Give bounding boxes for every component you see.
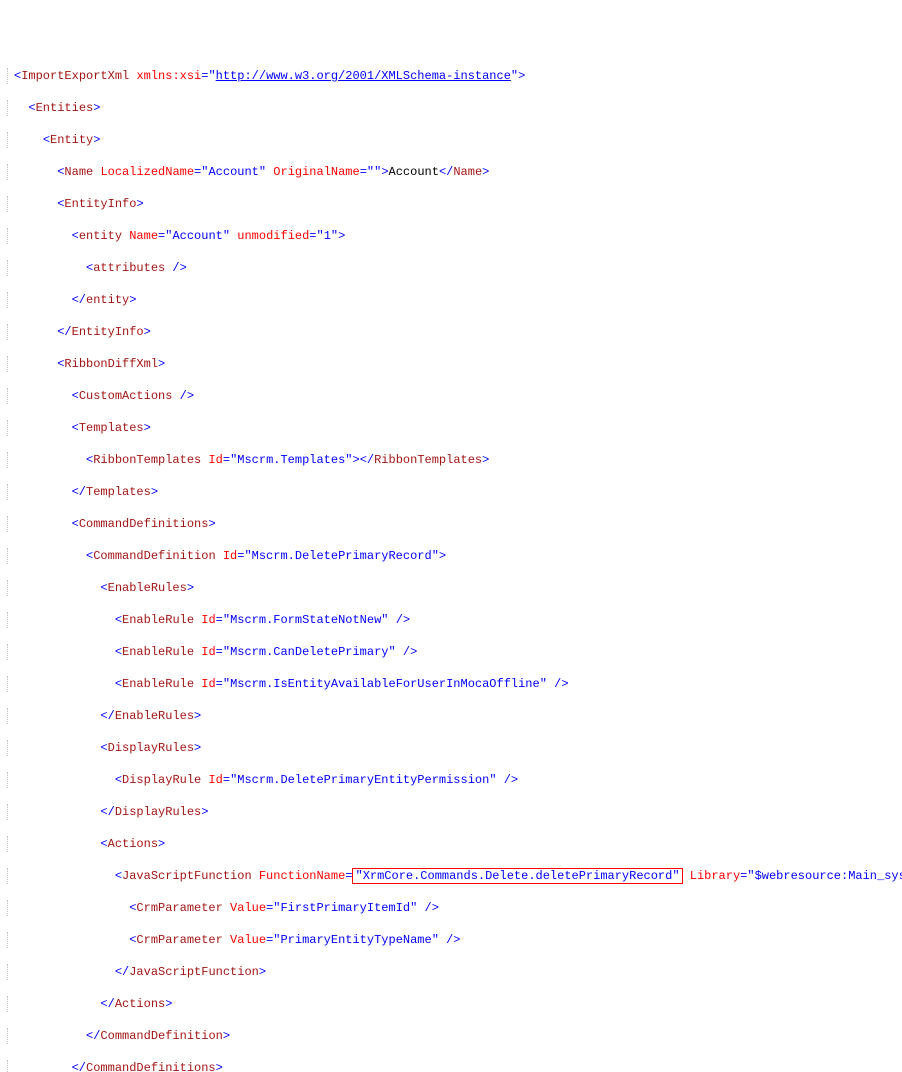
tag-Actions: Actions (108, 837, 158, 851)
xml-line: </CommandDefinition> (4, 1028, 902, 1044)
xml-line: <EnableRules> (4, 580, 902, 596)
xml-line: <CommandDefinitions> (4, 516, 902, 532)
tag-CustomActions: CustomActions (79, 389, 173, 403)
tag-attributes: attributes (93, 261, 165, 275)
val-localized: Account (208, 165, 258, 179)
xml-line: <DisplayRule Id="Mscrm.DeletePrimaryEnti… (4, 772, 902, 788)
xml-line: <entity Name="Account" unmodified="1"> (4, 228, 902, 244)
tag-DisplayRules: DisplayRules (108, 741, 194, 755)
xml-line: <ImportExportXml xmlns:xsi="http://www.w… (4, 68, 902, 84)
xml-line: <Actions> (4, 836, 902, 852)
xml-line: <Entity> (4, 132, 902, 148)
name-text: Account (389, 165, 439, 179)
tag-Entities: Entities (36, 101, 94, 115)
xml-line: </EntityInfo> (4, 324, 902, 340)
xml-line: <RibbonDiffXml> (4, 356, 902, 372)
xml-line: <Entities> (4, 100, 902, 116)
xml-line: <CustomActions /> (4, 388, 902, 404)
tag-RibbonDiffXml: RibbonDiffXml (64, 357, 158, 371)
xml-line: <CrmParameter Value="FirstPrimaryItemId"… (4, 900, 902, 916)
xml-line: <CrmParameter Value="PrimaryEntityTypeNa… (4, 932, 902, 948)
tag-CommandDefinitions: CommandDefinitions (79, 517, 209, 531)
xml-line: <EnableRule Id="Mscrm.FormStateNotNew" /… (4, 612, 902, 628)
xml-line: <RibbonTemplates Id="Mscrm.Templates"></… (4, 452, 902, 468)
tag-EnableRules: EnableRules (108, 581, 187, 595)
xml-line: <EntityInfo> (4, 196, 902, 212)
xml-line: <Name LocalizedName="Account" OriginalNa… (4, 164, 902, 180)
xml-line: </Actions> (4, 996, 902, 1012)
tag-ImportExportXml: ImportExportXml (21, 69, 129, 83)
xml-line: <attributes /> (4, 260, 902, 276)
xml-line: <CommandDefinition Id="Mscrm.DeletePrima… (4, 548, 902, 564)
tag-entity-lc: entity (79, 229, 122, 243)
attr-LocalizedName: LocalizedName (100, 165, 194, 179)
tag-CommandDefinition: CommandDefinition (93, 549, 215, 563)
attr-xmlns-xsi: xmlns:xsi (136, 69, 201, 83)
xml-line: </CommandDefinitions> (4, 1060, 902, 1072)
xml-line: <DisplayRules> (4, 740, 902, 756)
xml-line: <EnableRule Id="Mscrm.IsEntityAvailableF… (4, 676, 902, 692)
xml-line: </Templates> (4, 484, 902, 500)
tag-Templates: Templates (79, 421, 144, 435)
attr-OriginalName: OriginalName (273, 165, 359, 179)
xml-line: </DisplayRules> (4, 804, 902, 820)
xml-line: </EnableRules> (4, 708, 902, 724)
tag-RibbonTemplates: RibbonTemplates (93, 453, 201, 467)
xml-line: <JavaScriptFunction FunctionName="XrmCor… (4, 868, 902, 884)
tag-JavaScriptFunction: JavaScriptFunction (122, 869, 252, 883)
xml-line: <EnableRule Id="Mscrm.CanDeletePrimary" … (4, 644, 902, 660)
highlighted-functionname: "XrmCore.Commands.Delete.deletePrimaryRe… (352, 868, 682, 884)
xml-line: </JavaScriptFunction> (4, 964, 902, 980)
tag-Entity: Entity (50, 133, 93, 147)
xmlns-xsi-url: http://www.w3.org/2001/XMLSchema-instanc… (216, 69, 511, 83)
xml-line: </entity> (4, 292, 902, 308)
tag-EntityInfo: EntityInfo (64, 197, 136, 211)
xml-line: <Templates> (4, 420, 902, 436)
tag-Name: Name (64, 165, 93, 179)
